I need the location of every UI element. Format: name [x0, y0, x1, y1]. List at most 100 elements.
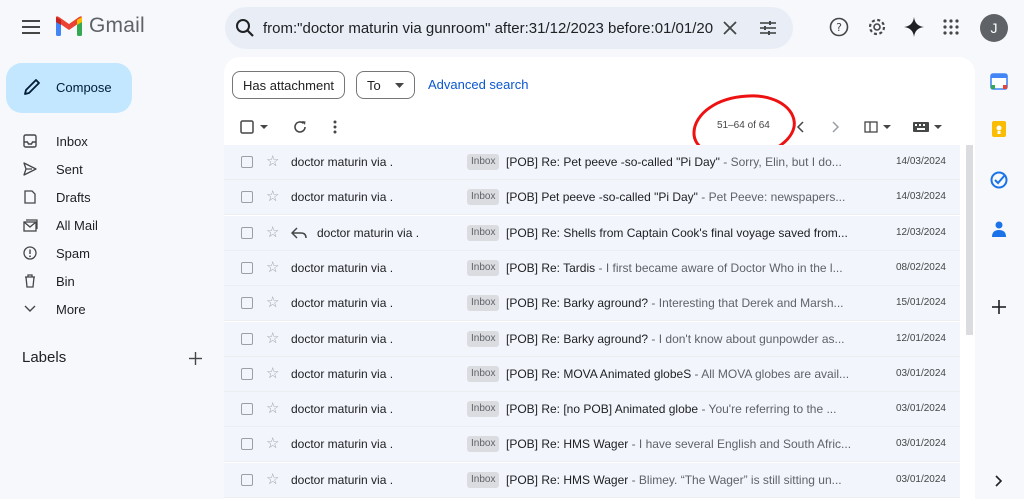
email-row[interactable]: ☆ doctor maturin via . Inbox [POB] Re: [no …	[224, 392, 960, 428]
search-icon[interactable]	[234, 17, 256, 39]
search-bar[interactable]	[225, 7, 793, 49]
tasks-app-button[interactable]	[989, 170, 1009, 190]
show-side-panel-button[interactable]	[989, 471, 1009, 491]
keep-app-button[interactable]	[989, 119, 1009, 139]
email-subject: [POB] Re: Barky aground?	[506, 331, 649, 346]
inbox-label-badge[interactable]: Inbox	[467, 154, 500, 170]
email-row[interactable]: ☆ doctor maturin via . Inbox [POB] Re: Tard…	[224, 250, 960, 286]
inbox-label-badge[interactable]: Inbox	[467, 295, 500, 312]
refresh-button[interactable]	[291, 118, 309, 136]
split-pane-toggle[interactable]	[864, 118, 894, 136]
inbox-label-badge[interactable]: Inbox	[467, 259, 500, 276]
star-icon[interactable]: ☆	[266, 471, 279, 489]
inbox-label-badge[interactable]: Inbox	[467, 224, 500, 241]
email-row[interactable]: ☆ doctor maturin via . Inbox [POB] Re: MOVA…	[224, 356, 960, 392]
email-snippet: - I first became aware of Doctor Who in …	[595, 260, 843, 275]
star-icon[interactable]: ☆	[266, 365, 279, 383]
more-options-button[interactable]	[326, 118, 344, 136]
older-button[interactable]	[827, 118, 845, 136]
email-subject: [POB] Re: Shells from Captain Cook's fin…	[506, 225, 848, 240]
email-row[interactable]: ☆ doctor maturin via . Inbox [POB] Re: Bark…	[224, 321, 960, 357]
search-input[interactable]	[263, 7, 713, 49]
email-subject-line: [POB] Re: Barky aground? - I don't know …	[506, 332, 860, 346]
row-checkbox[interactable]	[241, 438, 253, 451]
inbox-icon	[22, 133, 38, 149]
email-row[interactable]: ☆ doctor maturin via . Inbox [POB] Re: Pet …	[224, 145, 960, 180]
compose-button[interactable]: Compose	[6, 63, 132, 113]
inbox-label-badge[interactable]: Inbox	[467, 365, 500, 382]
inbox-label-badge[interactable]: Inbox	[467, 436, 500, 453]
sidebar-item-sent[interactable]: Sent	[0, 155, 220, 183]
get-addons-button[interactable]	[989, 297, 1009, 317]
sidebar-item-all-mail[interactable]: All Mail	[0, 211, 220, 239]
email-row[interactable]: ☆ doctor maturin via . Inbox [POB] Pet peev…	[224, 180, 960, 216]
email-row[interactable]: ☆ doctor maturin via . Inbox [POB] Re: Shel…	[224, 215, 960, 251]
contacts-icon	[992, 221, 1006, 237]
inbox-label-badge[interactable]: Inbox	[467, 471, 500, 488]
email-subject: [POB] Re: Barky aground?	[506, 296, 649, 311]
row-checkbox[interactable]	[241, 332, 253, 345]
input-tools-toggle[interactable]	[912, 118, 944, 136]
contacts-app-button[interactable]	[989, 219, 1009, 239]
has-attachment-filter[interactable]: Has attachment	[232, 71, 346, 99]
email-sender: doctor maturin via .	[291, 331, 394, 346]
sidebar-item-label: Inbox	[56, 134, 88, 149]
calendar-app-button[interactable]	[989, 71, 1009, 91]
star-icon[interactable]: ☆	[266, 435, 279, 453]
select-all-checkbox[interactable]	[240, 118, 270, 136]
star-icon[interactable]: ☆	[266, 330, 279, 348]
gemini-button[interactable]	[901, 14, 927, 40]
scrollbar-thumb[interactable]	[966, 145, 973, 335]
pencil-icon	[24, 79, 40, 95]
sidebar-item-inbox[interactable]: Inbox	[0, 127, 220, 155]
sidebar-item-more[interactable]: More	[0, 295, 220, 323]
row-checkbox[interactable]	[241, 297, 253, 310]
gmail-logo[interactable]: Gmail	[55, 14, 145, 38]
sidebar-item-spam[interactable]: Spam	[0, 239, 220, 267]
email-subject-line: [POB] Re: Barky aground? - Interesting t…	[506, 296, 860, 310]
email-row[interactable]: ☆ doctor maturin via . Inbox [POB] Re: HMS …	[224, 427, 960, 463]
account-avatar[interactable]: J	[980, 14, 1008, 42]
email-snippet: - You're referring to the ...	[698, 402, 837, 417]
clear-search-button[interactable]	[719, 17, 741, 39]
support-button[interactable]: ?	[826, 14, 852, 40]
sidebar-item-label: Bin	[56, 274, 75, 289]
inbox-label-badge[interactable]: Inbox	[467, 330, 500, 347]
row-checkbox[interactable]	[241, 403, 253, 416]
sidebar-item-label: Sent	[56, 162, 83, 177]
create-label-button[interactable]	[186, 349, 204, 367]
dropdown-arrow-icon	[394, 82, 404, 88]
email-row[interactable]: ☆ doctor maturin via . Inbox [POB] Re: HMS …	[224, 462, 960, 498]
settings-button[interactable]	[864, 14, 890, 40]
row-checkbox[interactable]	[241, 226, 253, 239]
row-checkbox[interactable]	[241, 261, 253, 274]
hamburger-icon	[22, 20, 40, 34]
email-row[interactable]: ☆ doctor maturin via . Inbox [POB] Re: Bark…	[224, 286, 960, 322]
gear-icon	[868, 18, 886, 36]
to-filter[interactable]: To	[356, 71, 415, 99]
row-checkbox[interactable]	[241, 191, 253, 204]
email-sender: doctor maturin via .	[291, 472, 394, 487]
email-sender: doctor maturin via .	[291, 155, 394, 169]
sidebar-item-drafts[interactable]: Drafts	[0, 183, 220, 211]
apps-button[interactable]	[938, 14, 964, 40]
sidebar-item-bin[interactable]: Bin	[0, 267, 220, 295]
sidebar-item-label: Drafts	[56, 190, 91, 205]
inbox-label-badge[interactable]: Inbox	[467, 189, 500, 206]
star-icon[interactable]: ☆	[266, 224, 279, 242]
row-checkbox[interactable]	[241, 367, 253, 380]
row-checkbox[interactable]	[241, 473, 253, 486]
email-sender: doctor maturin via .	[291, 190, 394, 205]
email-date: 03/01/2024	[895, 473, 946, 485]
star-icon[interactable]: ☆	[266, 188, 279, 206]
inbox-label-badge[interactable]: Inbox	[467, 401, 500, 418]
main-menu-button[interactable]	[14, 10, 48, 44]
star-icon[interactable]: ☆	[266, 400, 279, 418]
star-icon[interactable]: ☆	[266, 294, 279, 312]
star-icon[interactable]: ☆	[266, 259, 279, 277]
star-icon[interactable]: ☆	[266, 153, 279, 171]
advanced-search-link[interactable]: Advanced search	[428, 77, 528, 92]
row-checkbox[interactable]	[241, 156, 253, 168]
search-options-button[interactable]	[757, 17, 779, 39]
email-snippet: - All MOVA globes are avail...	[691, 366, 850, 381]
